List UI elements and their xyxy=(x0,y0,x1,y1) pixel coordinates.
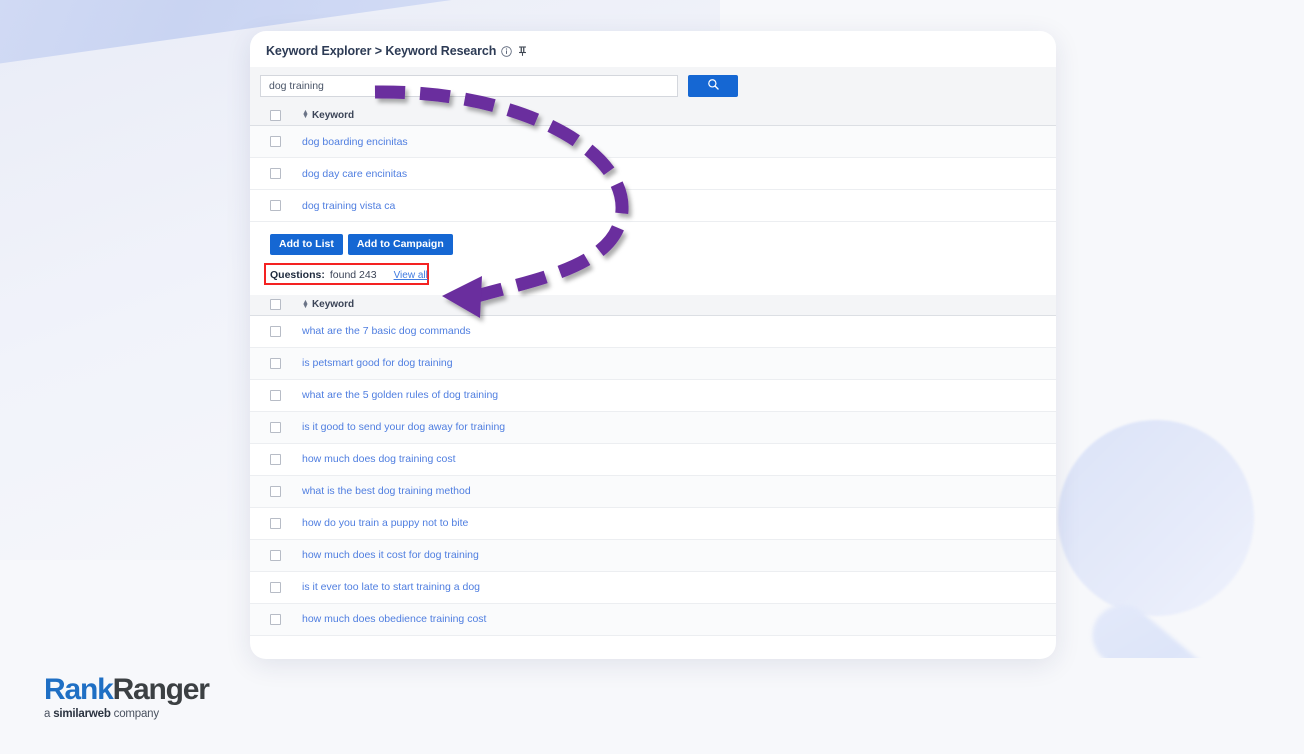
logo-tagline-prefix: a xyxy=(44,708,54,720)
question-link[interactable]: what are the 7 basic dog commands xyxy=(302,325,471,337)
table-row[interactable]: how much does obedience training cost xyxy=(250,603,1056,636)
row-checkbox[interactable] xyxy=(270,613,281,625)
question-link[interactable]: what are the 5 golden rules of dog train… xyxy=(302,389,498,401)
background-blob-circle xyxy=(1058,420,1254,616)
keyword-table-header: ▲ ▼ Keyword xyxy=(250,105,1056,126)
question-link[interactable]: is it good to send your dog away for tra… xyxy=(302,421,505,433)
select-all-checkbox[interactable] xyxy=(270,299,281,310)
breadcrumb: Keyword Explorer > Keyword Research xyxy=(266,44,497,58)
row-checkbox[interactable] xyxy=(270,517,281,529)
keyword-link[interactable]: dog day care encinitas xyxy=(302,168,407,180)
card-header: Keyword Explorer > Keyword Research xyxy=(250,31,1056,67)
row-checkbox[interactable] xyxy=(270,581,281,593)
question-link[interactable]: how do you train a puppy not to bite xyxy=(302,517,468,529)
row-checkbox[interactable] xyxy=(270,421,281,433)
column-header-label: Keyword xyxy=(311,109,355,121)
view-all-link[interactable]: View all xyxy=(394,270,428,281)
row-checkbox[interactable] xyxy=(270,168,281,179)
table-row[interactable]: how do you train a puppy not to bite xyxy=(250,508,1056,540)
questions-label: Questions: xyxy=(270,268,325,281)
keyword-results-table: ▲ ▼ Keyword dog boarding encinitas dog da… xyxy=(250,105,1056,222)
question-link[interactable]: how much does obedience training cost xyxy=(302,613,486,625)
question-link[interactable]: how much does it cost for dog training xyxy=(302,549,479,561)
table-row[interactable]: is it ever too late to start training a … xyxy=(250,572,1056,604)
table-row[interactable]: how much does dog training cost xyxy=(250,444,1056,476)
question-link[interactable]: is it ever too late to start training a … xyxy=(302,581,480,593)
logo-rank-text: Rank xyxy=(44,673,114,706)
table-row[interactable]: dog training vista ca xyxy=(250,190,1056,222)
table-row[interactable]: what are the 7 basic dog commands xyxy=(250,316,1056,348)
table-row[interactable]: how much does it cost for dog training xyxy=(250,539,1056,572)
row-checkbox[interactable] xyxy=(270,549,281,561)
questions-table-header: ▲ ▼ Keyword xyxy=(250,294,1056,316)
search-icon xyxy=(707,78,720,94)
rankranger-logo: RankRanger a similarweb company xyxy=(44,673,210,721)
row-checkbox[interactable] xyxy=(270,453,281,465)
question-link[interactable]: is petsmart good for dog training xyxy=(302,357,453,369)
table-row[interactable]: what is the best dog training method xyxy=(250,475,1056,508)
column-header-label: Keyword xyxy=(311,299,355,310)
row-checkbox[interactable] xyxy=(270,485,281,497)
action-bar: Add to List Add to Campaign xyxy=(250,222,1056,265)
logo-wordmark: RankRanger xyxy=(44,673,210,706)
search-bar xyxy=(250,67,1056,105)
table-row[interactable]: dog day care encinitas xyxy=(250,158,1056,190)
add-to-list-button[interactable]: Add to List xyxy=(270,234,343,255)
search-input[interactable] xyxy=(260,75,678,97)
table-row[interactable]: is it good to send your dog away for tra… xyxy=(250,411,1056,444)
row-checkbox[interactable] xyxy=(270,389,281,401)
table-row[interactable]: is petsmart good for dog training xyxy=(250,347,1056,380)
questions-line: Questions: found 243 View all xyxy=(270,269,1056,287)
questions-results-table: ▲ ▼ Keyword what are the 7 basic dog comm… xyxy=(250,294,1056,636)
sort-updown-icon: ▲ ▼ xyxy=(302,109,309,120)
table-row[interactable]: dog boarding encinitas xyxy=(250,126,1056,158)
sort-updown-icon: ▲ ▼ xyxy=(302,298,309,310)
column-header-keyword[interactable]: ▲ ▼ Keyword xyxy=(302,109,355,121)
search-button[interactable] xyxy=(688,75,738,97)
keyword-link[interactable]: dog training vista ca xyxy=(302,200,395,212)
logo-tagline-brand: similarweb xyxy=(53,708,111,720)
row-checkbox[interactable] xyxy=(270,357,281,369)
row-checkbox[interactable] xyxy=(270,200,281,211)
select-all-checkbox[interactable] xyxy=(270,109,281,121)
add-to-campaign-button[interactable]: Add to Campaign xyxy=(347,234,453,255)
questions-summary: Questions: found 243 View all xyxy=(250,262,1056,295)
row-checkbox[interactable] xyxy=(270,136,281,147)
question-link[interactable]: how much does dog training cost xyxy=(302,453,456,465)
pin-icon[interactable] xyxy=(517,45,528,57)
table-row[interactable]: what are the 5 golden rules of dog train… xyxy=(250,380,1056,412)
row-checkbox[interactable] xyxy=(270,325,281,337)
logo-ranger-text: Ranger xyxy=(112,673,210,706)
questions-found-count: found 243 xyxy=(329,268,377,281)
logo-tagline-suffix: company xyxy=(110,708,159,720)
info-circle-icon[interactable] xyxy=(501,45,513,57)
keyword-link[interactable]: dog boarding encinitas xyxy=(302,136,408,148)
logo-tagline: a similarweb company xyxy=(44,708,209,720)
column-header-keyword[interactable]: ▲ ▼ Keyword xyxy=(302,298,355,311)
keyword-research-card: Keyword Explorer > Keyword Research dog … xyxy=(250,31,1056,659)
question-link[interactable]: what is the best dog training method xyxy=(302,485,471,497)
